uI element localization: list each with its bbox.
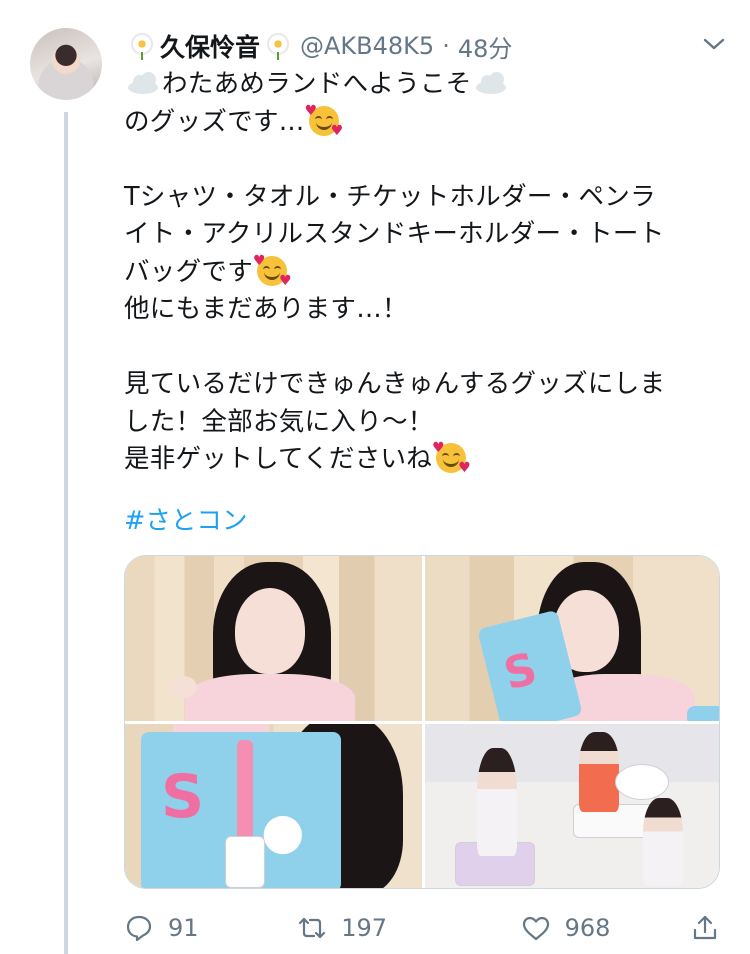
cloud-emoji (126, 71, 160, 95)
share-icon (693, 915, 717, 940)
hashtag-link[interactable]: #さとコン (124, 500, 247, 537)
like-button[interactable]: 968 (521, 913, 690, 943)
tweet-header: 久保怜音 @AKB48K5 · 48分 (128, 26, 726, 66)
tweet-text: わたあめランドへようこそ のグッズです… ♥ ♥ Tシャツ・タオル・チケットホルダー… (124, 66, 734, 479)
reply-count: 91 (168, 914, 199, 942)
media-grid: S S ● (124, 555, 720, 889)
flower-icon (264, 32, 292, 60)
cloud-emoji (474, 71, 508, 95)
tweet-line: Tシャツ・タオル・チケットホルダー・ペンラ (124, 181, 656, 212)
like-count: 968 (564, 914, 611, 942)
tweet-line: バッグです ♥ ♥ (124, 252, 293, 289)
chevron-down-icon[interactable] (702, 35, 726, 57)
tweet-line: 是非ゲットしてくださいね ♥ ♥ (124, 440, 472, 476)
separator-dot: · (442, 32, 450, 60)
photo-3[interactable]: S ● (125, 724, 422, 888)
user-handle[interactable]: @AKB48K5 (300, 32, 434, 60)
display-name[interactable]: 久保怜音 (160, 28, 260, 64)
smiling-face-with-hearts-emoji: ♥ ♥ (253, 252, 293, 289)
flower-icon (128, 32, 156, 60)
retweet-count: 197 (341, 914, 388, 942)
timestamp[interactable]: 48分 (458, 29, 513, 64)
tweet-line: 見ているだけできゅんきゅんするグッズにしま (124, 369, 666, 399)
avatar[interactable] (30, 28, 102, 100)
heart-icon (522, 916, 549, 941)
tweet-line: 他にもまだあります…！ (124, 294, 408, 324)
photo-1[interactable] (125, 556, 422, 721)
photo-4[interactable] (425, 724, 719, 888)
smiling-face-with-hearts-emoji: ♥ ♥ (432, 440, 472, 476)
thread-line (64, 112, 68, 954)
reply-button[interactable]: 91 (124, 913, 297, 943)
smiling-face-with-hearts-emoji: ♥ ♥ (304, 102, 344, 139)
photo-2[interactable]: S (425, 556, 719, 721)
retweet-icon (299, 917, 326, 939)
share-button[interactable] (690, 913, 720, 943)
retweet-button[interactable]: 197 (297, 913, 520, 943)
action-bar: 91 197 968 (124, 906, 720, 950)
tweet-line: わたあめランドへようこそ (124, 66, 734, 104)
tweet-line: イト・アクリルスタンドキーホルダー・トート (124, 219, 665, 249)
reply-icon (126, 915, 152, 942)
tweet-line: のグッズです… ♥ ♥ (124, 102, 344, 139)
tweet-line: した！全部お気に入り〜！ (124, 406, 434, 437)
